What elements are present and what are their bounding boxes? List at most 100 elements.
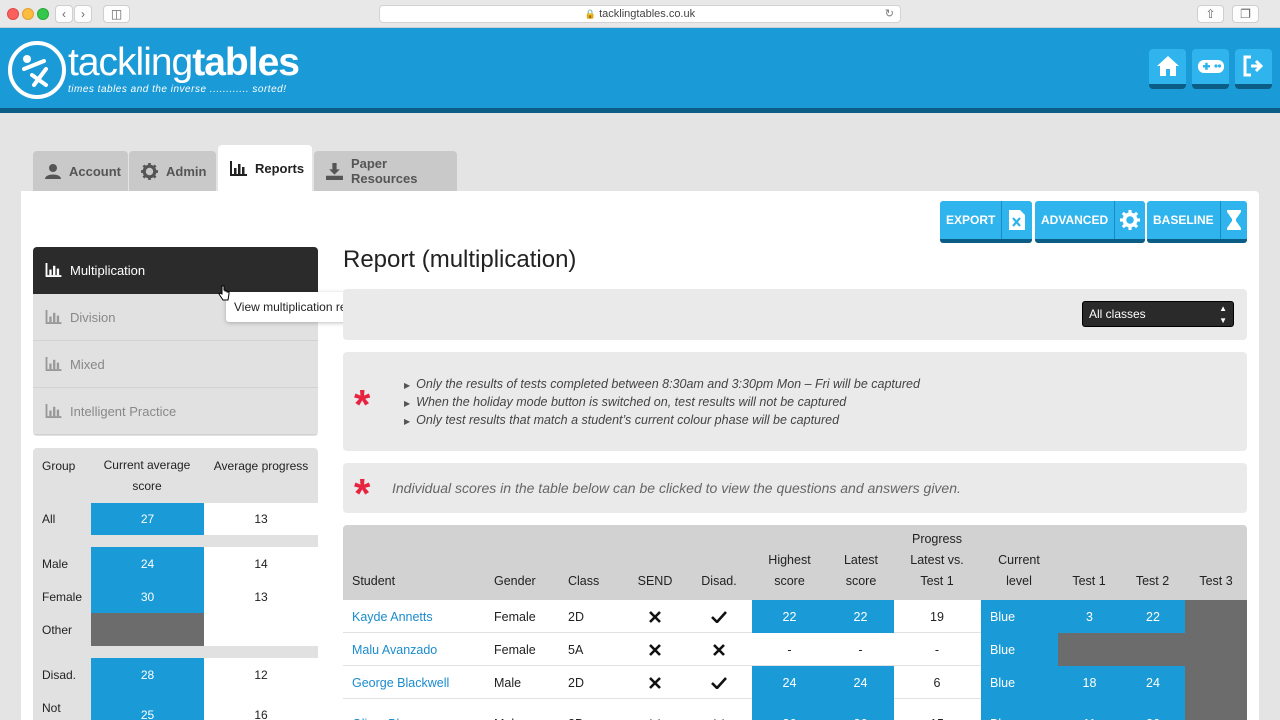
group-header: Group: [42, 459, 76, 473]
report-type-menu: Multiplication Division Mixed Intelligen…: [33, 247, 318, 436]
class-filter-value: All classes: [1089, 307, 1146, 321]
forward-button[interactable]: ›: [74, 5, 92, 23]
games-button[interactable]: [1192, 49, 1229, 89]
send-cell: [625, 633, 685, 666]
disad-cell: [689, 699, 749, 720]
group-summary-table: Group Current average score Average prog…: [33, 448, 318, 720]
group-score: 27: [91, 503, 204, 535]
window-close-button[interactable]: [7, 8, 19, 20]
send-cell: [625, 600, 685, 633]
group-progress: [204, 613, 318, 646]
progress-cell: 15: [895, 699, 979, 720]
tab-label: Account: [69, 163, 121, 179]
column-header-highest-score[interactable]: Highest score: [752, 525, 827, 600]
table-row: George Blackwell Male 2D 24 24 6 Blue 18…: [343, 666, 1247, 699]
gear-icon: [1114, 201, 1145, 239]
share-button[interactable]: ⇧: [1197, 5, 1224, 23]
student-name-link[interactable]: George Blackwell: [352, 666, 492, 699]
student-name-link[interactable]: Oliver Blower: [352, 699, 492, 720]
group-score: 30: [91, 580, 204, 613]
class-cell: 2D: [568, 675, 584, 690]
tab-paper-resources[interactable]: Paper Resources: [314, 151, 457, 191]
test1-score-cell: [1058, 633, 1121, 666]
test2-score-cell[interactable]: 26: [1121, 699, 1185, 720]
hourglass-icon: [1219, 201, 1247, 239]
test2-score-cell[interactable]: 22: [1121, 600, 1185, 633]
home-button[interactable]: [1149, 49, 1186, 89]
test1-score-cell[interactable]: 11: [1058, 699, 1121, 720]
advanced-label: ADVANCED: [1041, 213, 1109, 227]
highest-score-cell[interactable]: 24: [752, 666, 827, 699]
column-header-progress[interactable]: Progress Latest vs. Test 1: [895, 525, 979, 600]
table-row: Oliver Blower Male 2D 26 26 15 Blue 11 2…: [343, 699, 1247, 720]
header-line: Current: [998, 553, 1040, 567]
column-header-disad[interactable]: Disad.: [689, 525, 749, 600]
student-name-link[interactable]: Malu Avanzado: [352, 633, 492, 666]
export-button[interactable]: EXPORT: [940, 201, 1032, 243]
cross-icon: [713, 643, 725, 656]
menu-item-label: Multiplication: [70, 262, 146, 278]
chevron-left-icon: ‹: [62, 7, 66, 21]
menu-item-intelligent-practice[interactable]: Intelligent Practice: [33, 388, 318, 435]
window-zoom-button[interactable]: [37, 8, 49, 20]
logout-button[interactable]: [1235, 49, 1272, 89]
bar-chart-icon: [45, 263, 62, 277]
sidebar-toggle-button[interactable]: ◫: [103, 5, 130, 23]
column-header-latest-score[interactable]: Latest score: [827, 525, 895, 600]
class-cell: 5A: [568, 642, 584, 657]
advanced-button[interactable]: ADVANCED: [1035, 201, 1145, 243]
note-text: When the holiday mode button is switched…: [416, 395, 847, 409]
column-header-gender[interactable]: Gender: [494, 525, 554, 600]
baseline-button[interactable]: BASELINE: [1147, 201, 1247, 243]
group-score: 25: [91, 691, 204, 720]
highest-score-cell[interactable]: 22: [752, 600, 827, 633]
gender-cell: Male: [494, 675, 522, 690]
tab-label: Admin: [166, 163, 207, 179]
student-name-link[interactable]: Kayde Annetts: [352, 600, 492, 633]
send-cell: [625, 666, 685, 699]
gender-cell: Male: [494, 699, 564, 720]
group-score: 24: [91, 547, 204, 580]
bar-chart-icon: [45, 357, 62, 371]
window-minimize-button[interactable]: [22, 8, 34, 20]
note-text: Only test results that match a student’s…: [416, 413, 840, 427]
mouse-cursor-icon: [218, 285, 230, 301]
column-header-test1[interactable]: Test 1: [1058, 525, 1120, 600]
latest-score-cell[interactable]: 22: [827, 600, 894, 633]
tab-admin[interactable]: Admin: [129, 151, 216, 191]
latest-score-cell[interactable]: 26: [827, 699, 894, 720]
reload-icon[interactable]: ↻: [885, 6, 894, 23]
back-button[interactable]: ‹: [55, 5, 73, 23]
column-header-test3[interactable]: Test 3: [1185, 525, 1247, 600]
address-bar[interactable]: 🔒 tacklingtables.co.uk ↻: [379, 5, 901, 23]
column-header-current-level[interactable]: Current level: [981, 525, 1057, 600]
asterisk-icon: *: [354, 470, 371, 517]
menu-item-mixed[interactable]: Mixed: [33, 341, 318, 388]
column-header-student[interactable]: Student: [352, 525, 472, 600]
test3-score-cell: [1185, 633, 1247, 666]
excel-file-icon: [1001, 201, 1032, 239]
test1-score-cell[interactable]: 3: [1058, 600, 1121, 633]
logo-wordmark[interactable]: tacklingtables: [68, 41, 300, 85]
tabs-overview-button[interactable]: ❐: [1232, 5, 1259, 23]
progress-header: Average progress: [213, 459, 309, 473]
column-header-send[interactable]: SEND: [625, 525, 685, 600]
note-text: Only the results of tests completed betw…: [416, 377, 920, 391]
latest-score-cell[interactable]: 24: [827, 666, 894, 699]
tab-reports[interactable]: Reports: [218, 145, 312, 191]
chevron-right-icon: ›: [81, 7, 85, 21]
group-label: Disad.: [42, 667, 77, 682]
test1-score-cell[interactable]: 18: [1058, 666, 1121, 699]
highest-score-cell[interactable]: 26: [752, 699, 827, 720]
table-row: Kayde Annetts Female 2D 22 22 19 Blue 3 …: [343, 600, 1247, 633]
tab-account[interactable]: Account: [33, 151, 128, 191]
logo-word-light: tackling: [68, 41, 193, 84]
latest-score-cell: -: [858, 642, 863, 657]
column-header-test2[interactable]: Test 2: [1121, 525, 1184, 600]
class-filter-select[interactable]: All classes ▲ ▼: [1082, 301, 1234, 327]
column-header-class[interactable]: Class: [568, 525, 618, 600]
logo-icon[interactable]: [8, 41, 66, 99]
export-label: EXPORT: [946, 213, 996, 227]
menu-item-multiplication[interactable]: Multiplication: [33, 247, 318, 294]
test2-score-cell[interactable]: 24: [1121, 666, 1185, 699]
